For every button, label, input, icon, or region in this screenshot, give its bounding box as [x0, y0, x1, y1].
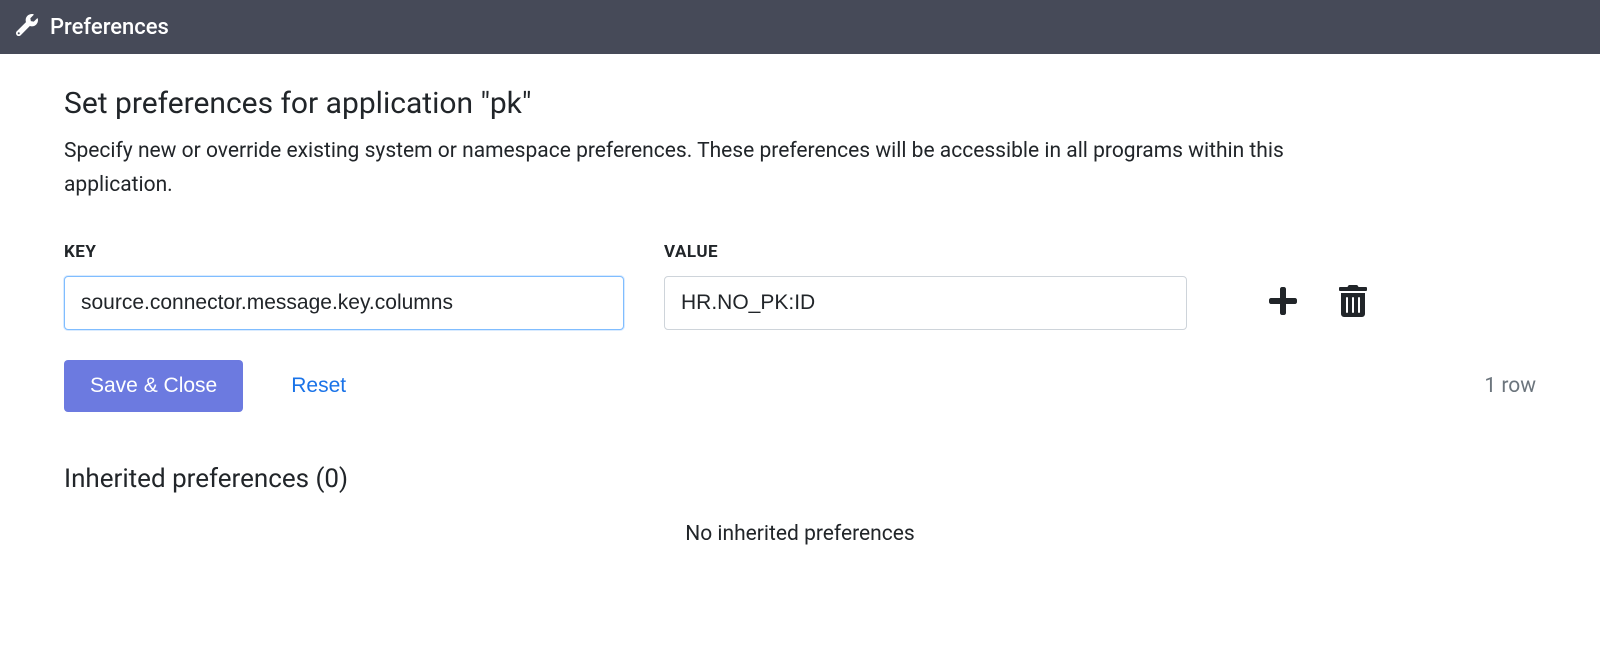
columns-header: KEY VALUE: [64, 242, 1536, 262]
wrench-icon: [16, 14, 38, 40]
plus-icon: [1267, 285, 1299, 321]
content: Set preferences for application "pk" Spe…: [0, 54, 1600, 546]
inherited-heading: Inherited preferences (0): [64, 464, 1536, 494]
titlebar-title: Preferences: [50, 15, 169, 40]
key-input[interactable]: [64, 276, 624, 330]
page-title: Set preferences for application "pk": [64, 86, 1536, 121]
reset-button[interactable]: Reset: [291, 374, 346, 398]
row-actions: [1267, 285, 1369, 321]
close-button[interactable]: [1576, 14, 1584, 41]
delete-row-button[interactable]: [1337, 285, 1369, 321]
footer-row: Save & Close Reset 1 row: [64, 360, 1536, 412]
column-header-value: VALUE: [664, 242, 718, 262]
titlebar-left: Preferences: [16, 14, 169, 40]
add-row-button[interactable]: [1267, 285, 1299, 321]
inherited-empty-message: No inherited preferences: [64, 522, 1536, 546]
page-description: Specify new or override existing system …: [64, 135, 1364, 202]
titlebar: Preferences: [0, 0, 1600, 54]
column-header-key: KEY: [64, 242, 624, 262]
value-input[interactable]: [664, 276, 1187, 330]
trash-icon: [1337, 285, 1369, 321]
row-count-label: 1 row: [1484, 374, 1536, 398]
footer-left: Save & Close Reset: [64, 360, 346, 412]
save-close-button[interactable]: Save & Close: [64, 360, 243, 412]
preference-row: [64, 276, 1536, 330]
